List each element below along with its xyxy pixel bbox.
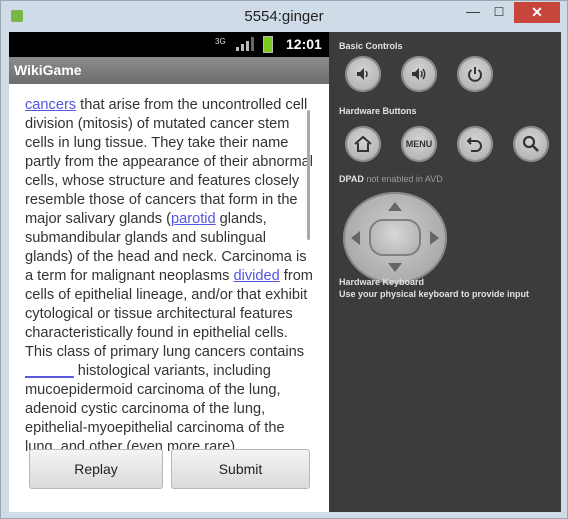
article-link-divided[interactable]: divided xyxy=(233,268,279,284)
volume-down-icon xyxy=(357,68,368,80)
emulator-control-panel: Basic Controls Hardware Buttons MENU DPA… xyxy=(329,32,561,512)
article-link-parotid[interactable]: parotid xyxy=(171,211,216,227)
dpad-left-icon[interactable] xyxy=(351,231,360,245)
hardware-buttons-label: Hardware Buttons xyxy=(339,106,417,116)
article-text-segment: that arise from the uncontrolled cell di… xyxy=(25,97,313,227)
volume-down-button[interactable] xyxy=(345,56,381,92)
dpad-title: DPAD xyxy=(339,174,364,184)
dpad-note: not enabled in AVD xyxy=(366,174,443,184)
dpad-center-button[interactable] xyxy=(369,219,421,256)
article-link-cancers[interactable]: cancers xyxy=(25,97,76,113)
scrollbar[interactable] xyxy=(307,110,310,240)
network-type: 3G xyxy=(215,37,226,46)
back-icon xyxy=(466,137,482,152)
menu-icon: MENU xyxy=(405,139,433,149)
app-title-bar: WikiGame xyxy=(9,57,329,84)
replay-button[interactable]: Replay xyxy=(29,449,163,489)
close-button[interactable]: ✕ xyxy=(514,2,560,23)
emulator-window: 5554:ginger — ☐ ✕ 3G 12:01 WikiGame canc… xyxy=(0,0,568,519)
status-clock: 12:01 xyxy=(286,36,322,52)
dpad-down-icon[interactable] xyxy=(388,263,402,272)
status-bar: 3G 12:01 xyxy=(9,32,329,57)
signal-icon xyxy=(236,37,254,51)
search-icon xyxy=(522,135,539,152)
power-button[interactable] xyxy=(457,56,493,92)
device-screen[interactable]: 3G 12:01 WikiGame cancers that arise fro… xyxy=(9,32,329,512)
power-icon xyxy=(468,67,482,82)
dpad-right-icon[interactable] xyxy=(430,231,439,245)
back-button[interactable] xyxy=(457,126,493,162)
minimize-button[interactable]: — xyxy=(460,2,486,22)
title-bar[interactable]: 5554:ginger — ☐ ✕ xyxy=(1,1,567,32)
maximize-button[interactable]: ☐ xyxy=(486,2,512,22)
home-icon xyxy=(354,135,372,152)
submit-button[interactable]: Submit xyxy=(171,449,310,489)
home-button[interactable] xyxy=(345,126,381,162)
menu-button[interactable]: MENU xyxy=(401,126,437,162)
dpad[interactable] xyxy=(343,192,447,284)
app-title: WikiGame xyxy=(14,62,82,78)
battery-icon xyxy=(263,36,273,53)
hardware-keyboard-note: Use your physical keyboard to provide in… xyxy=(339,289,530,299)
dpad-up-icon[interactable] xyxy=(388,202,402,211)
basic-controls-label: Basic Controls xyxy=(339,41,403,51)
hardware-keyboard-title: Hardware Keyboard xyxy=(339,277,425,287)
search-button[interactable] xyxy=(513,126,549,162)
volume-up-button[interactable] xyxy=(401,56,437,92)
volume-up-icon xyxy=(412,68,426,80)
dpad-label: DPAD not enabled in AVD xyxy=(339,174,443,184)
hardware-keyboard-info: Hardware Keyboard Use your physical keyb… xyxy=(339,276,529,300)
article-blank[interactable]: ______ xyxy=(25,363,74,379)
